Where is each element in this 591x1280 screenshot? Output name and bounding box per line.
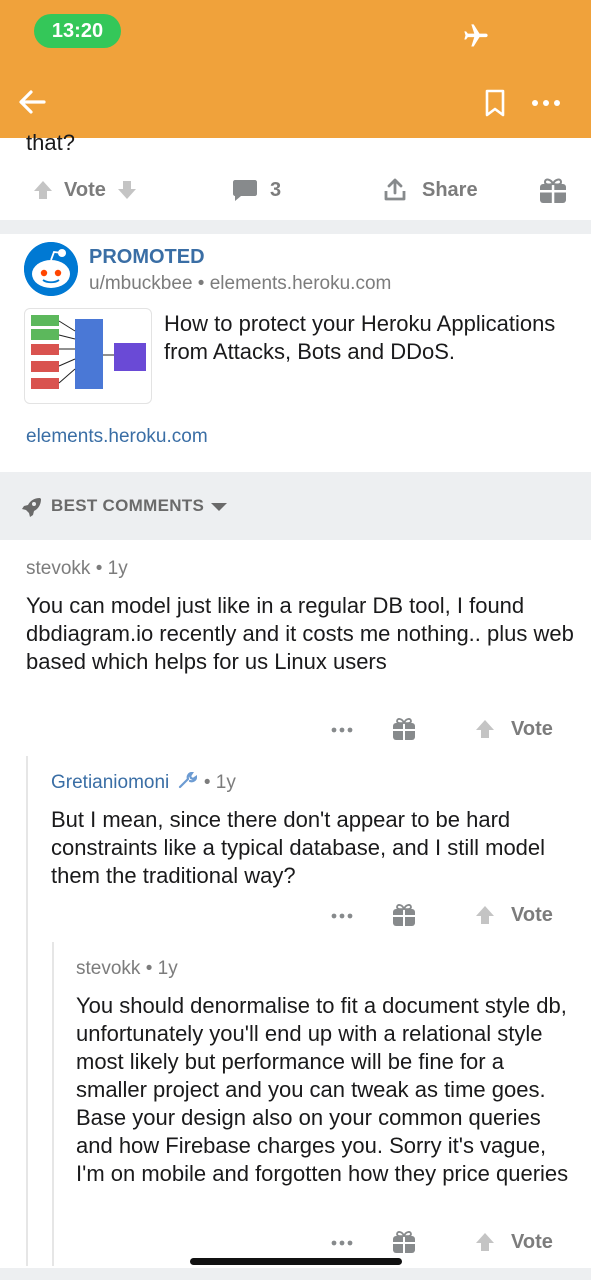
comment-action-bar: Vote xyxy=(330,896,570,936)
comment-meta: Gretianiomoni • 1y xyxy=(51,771,236,794)
comment-action-bar: Vote xyxy=(330,1223,570,1263)
upvote-icon[interactable] xyxy=(474,718,496,740)
post-vote-control: Vote xyxy=(32,166,138,214)
sort-label: BEST COMMENTS xyxy=(51,496,205,515)
home-indicator[interactable] xyxy=(190,1258,402,1265)
promoted-label: PROMOTED xyxy=(89,246,205,268)
promoted-byline[interactable]: u/mbuckbee • elements.heroku.com xyxy=(89,273,391,295)
back-arrow-icon[interactable] xyxy=(16,86,48,118)
gift-icon xyxy=(540,178,566,203)
more-icon[interactable] xyxy=(330,726,354,734)
snoo-icon xyxy=(24,242,78,296)
comment-body: But I mean, since there don't appear to … xyxy=(51,807,546,888)
comment-age: • 1y xyxy=(203,772,236,793)
gift-icon[interactable] xyxy=(392,716,416,742)
airplane-icon xyxy=(464,24,488,47)
comment-sort-bar[interactable]: BEST COMMENTS xyxy=(0,472,591,540)
comment-author[interactable]: stevokk xyxy=(26,558,90,579)
upvote-icon[interactable] xyxy=(474,904,496,926)
gift-icon[interactable] xyxy=(392,902,416,928)
downvote-icon[interactable] xyxy=(116,179,138,201)
comment-meta: stevokk • 1y xyxy=(76,958,178,980)
comment-vote-label: Vote xyxy=(511,1231,553,1253)
comment-vote-label: Vote xyxy=(511,718,553,740)
upvote-icon[interactable] xyxy=(474,1231,496,1253)
caret-down-icon xyxy=(211,503,227,511)
comment-body: You can model just like in a regular DB … xyxy=(26,593,574,674)
ad-diagram-image xyxy=(31,315,146,389)
share-icon xyxy=(384,178,406,201)
gift-icon[interactable] xyxy=(392,1229,416,1255)
more-icon[interactable] xyxy=(330,912,354,920)
comment-icon xyxy=(233,180,257,201)
rocket-icon xyxy=(22,498,41,517)
award-button[interactable] xyxy=(538,166,568,214)
wrench-flair-icon xyxy=(178,771,197,789)
ad-title[interactable]: How to protect your Heroku Applications … xyxy=(164,310,564,366)
upvote-icon[interactable] xyxy=(32,179,54,201)
advertiser-avatar[interactable] xyxy=(24,242,78,296)
ad-thumbnail[interactable] xyxy=(24,308,152,404)
bookmark-icon[interactable] xyxy=(484,88,506,118)
more-icon[interactable] xyxy=(530,98,562,108)
status-time: 13:20 xyxy=(34,14,121,48)
share-label: Share xyxy=(422,178,478,201)
comment-author[interactable]: Gretianiomoni xyxy=(51,772,169,793)
post-text-tail: that? xyxy=(26,130,75,155)
comment-author[interactable]: stevokk xyxy=(76,958,140,979)
post-vote-label: Vote xyxy=(64,178,106,201)
ad-link[interactable]: elements.heroku.com xyxy=(26,426,208,448)
comment-age: • 1y xyxy=(145,958,178,979)
section-divider xyxy=(0,220,591,234)
comment-action-bar: Vote xyxy=(330,710,570,750)
thread-line[interactable] xyxy=(26,756,28,1266)
bottom-divider xyxy=(0,1268,591,1280)
comment-vote-label: Vote xyxy=(511,904,553,926)
share-button[interactable]: Share xyxy=(382,166,478,214)
comments-button[interactable]: 3 xyxy=(232,166,281,214)
more-icon[interactable] xyxy=(330,1239,354,1247)
comment-count: 3 xyxy=(270,178,282,201)
comment-body: You should denormalise to fit a document… xyxy=(76,993,569,1186)
comment-meta: stevokk • 1y xyxy=(26,558,128,580)
app-header: 13:20 xyxy=(0,0,591,138)
thread-line[interactable] xyxy=(52,942,54,1266)
post-action-bar: Vote 3 Share xyxy=(0,166,591,214)
comment-age: • 1y xyxy=(95,558,128,579)
